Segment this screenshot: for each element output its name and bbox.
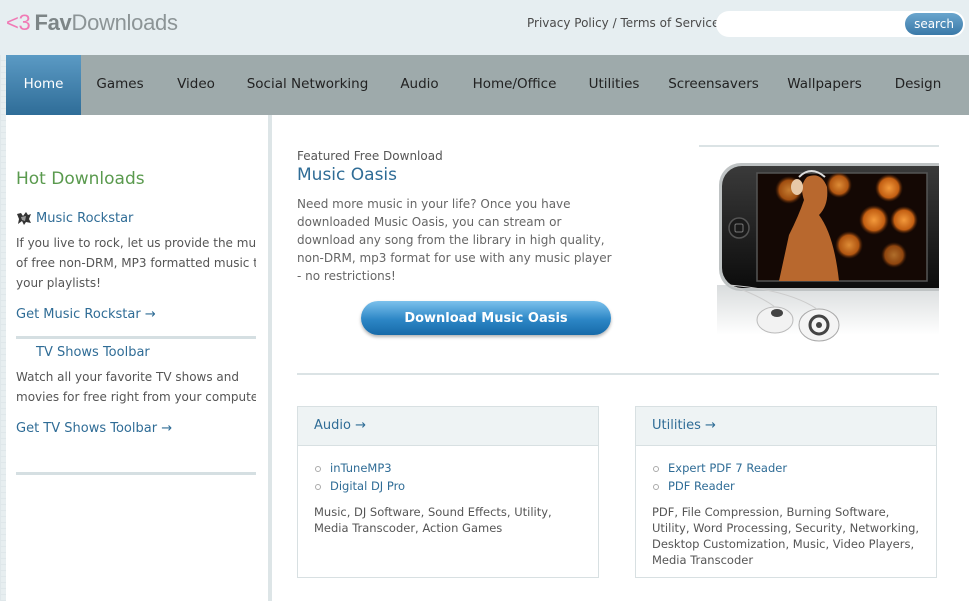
site-header: <3 FavDownloads Privacy Policy / Terms of… bbox=[0, 0, 969, 55]
search-button[interactable]: search bbox=[905, 13, 963, 35]
list-item[interactable]: Expert PDF 7 Reader bbox=[652, 459, 936, 477]
download-music-oasis-button[interactable]: Download Music Oasis bbox=[361, 301, 611, 335]
heart-logo-icon: <3 bbox=[6, 10, 31, 35]
nav-item-screensavers[interactable]: Screensavers bbox=[656, 55, 771, 115]
nav-item-utilities[interactable]: Utilities bbox=[572, 55, 656, 115]
privacy-policy-link[interactable]: Privacy Policy bbox=[527, 16, 609, 30]
nav-item-audio[interactable]: Audio bbox=[382, 55, 457, 115]
nav-item-design[interactable]: Design bbox=[878, 55, 958, 115]
music-rockstar-title[interactable]: Music Rockstar bbox=[36, 211, 133, 226]
get-tv-shows-toolbar-link[interactable]: Get TV Shows Toolbar → bbox=[16, 421, 172, 436]
nav-item-wallpapers[interactable]: Wallpapers bbox=[771, 55, 878, 115]
rockstar-icon bbox=[17, 212, 31, 225]
category-audio-list: inTuneMP3 Digital DJ Pro bbox=[298, 446, 598, 495]
category-utilities-list: Expert PDF 7 Reader PDF Reader bbox=[636, 446, 936, 495]
search-bar: search bbox=[716, 11, 965, 37]
phone-promo-image[interactable] bbox=[699, 145, 939, 345]
featured-title[interactable]: Music Oasis bbox=[297, 165, 397, 185]
phone-home-button bbox=[728, 217, 750, 239]
tv-shows-toolbar-desc: Watch all your favorite TV shows and mov… bbox=[16, 367, 256, 407]
main-content: Featured Free Download Music Oasis Need … bbox=[272, 115, 969, 601]
sidebar-hot-downloads: Hot Downloads Music Rockstar If you live… bbox=[6, 115, 268, 601]
get-music-rockstar-link[interactable]: Get Music Rockstar → bbox=[16, 307, 156, 322]
category-utilities-tags: PDF, File Compression, Burning Software,… bbox=[652, 505, 920, 567]
desc-line: Watch all your favorite TV shows and bbox=[16, 370, 240, 384]
logo-text-bold: Fav bbox=[34, 10, 72, 35]
featured-description: Need more music in your life? Once you h… bbox=[297, 197, 612, 283]
category-audio-link[interactable]: Audio → bbox=[298, 407, 598, 446]
music-rockstar-desc: If you live to rock, let us provide the … bbox=[16, 233, 256, 293]
list-item[interactable]: PDF Reader bbox=[652, 477, 936, 495]
desc-line: of free non-DRM, MP3 formatted music to bbox=[16, 256, 256, 270]
desc-line: movies for free right from your computer… bbox=[16, 390, 256, 404]
category-utilities-link[interactable]: Utilities → bbox=[636, 407, 936, 446]
nav-item-video[interactable]: Video bbox=[159, 55, 233, 115]
headphone-cup bbox=[791, 179, 803, 195]
featured-label: Featured Free Download bbox=[297, 149, 443, 163]
promo-top-rule bbox=[699, 145, 939, 147]
nav-item-home[interactable]: Home bbox=[6, 55, 81, 115]
tv-shows-toolbar-title[interactable]: TV Shows Toolbar bbox=[36, 345, 150, 360]
nav-item-games[interactable]: Games bbox=[81, 55, 159, 115]
category-box-utilities: Utilities → Expert PDF 7 Reader PDF Read… bbox=[635, 406, 937, 578]
main-nav: Home Games Video Social Networking Audio… bbox=[6, 55, 969, 115]
list-item[interactable]: inTuneMP3 bbox=[314, 459, 598, 477]
nav-item-social-networking[interactable]: Social Networking bbox=[233, 55, 382, 115]
sidebar-divider bbox=[16, 472, 256, 475]
legal-links: Privacy Policy / Terms of Service bbox=[527, 16, 719, 30]
search-input[interactable] bbox=[726, 14, 906, 34]
terms-of-service-link[interactable]: Terms of Service bbox=[620, 16, 719, 30]
featured-divider bbox=[297, 373, 939, 375]
category-box-audio: Audio → inTuneMP3 Digital DJ Pro Music, … bbox=[297, 406, 599, 578]
nav-item-home-office[interactable]: Home/Office bbox=[457, 55, 572, 115]
category-audio-tags: Music, DJ Software, Sound Effects, Utili… bbox=[314, 505, 552, 535]
desc-line: If you live to rock, let us provide the … bbox=[16, 236, 256, 250]
legal-separator: / bbox=[608, 16, 621, 30]
site-logo[interactable]: <3 FavDownloads bbox=[6, 10, 178, 36]
hot-downloads-heading: Hot Downloads bbox=[16, 169, 145, 189]
sidebar-divider bbox=[16, 336, 256, 339]
desc-line: your playlists! bbox=[16, 276, 101, 290]
logo-text: Downloads bbox=[71, 10, 178, 35]
list-item[interactable]: Digital DJ Pro bbox=[314, 477, 598, 495]
